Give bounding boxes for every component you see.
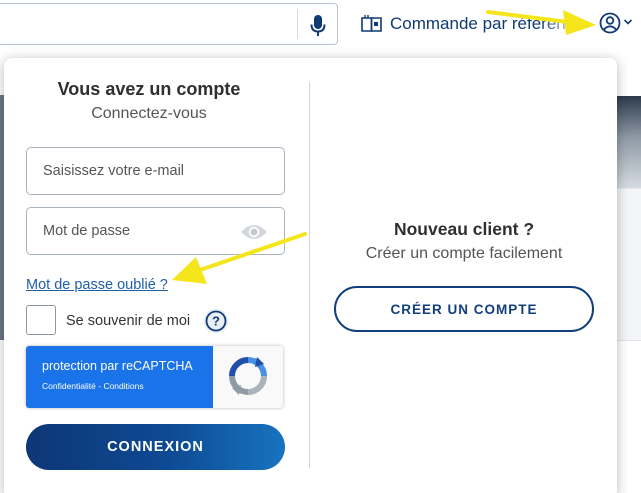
background-section (617, 188, 641, 340)
remember-me-checkbox[interactable] (26, 305, 56, 335)
help-question-icon[interactable]: ? (203, 308, 229, 334)
panel-divider (309, 82, 310, 468)
recaptcha-links: Confidentialité - Conditions (42, 381, 144, 391)
catalog-book-icon (361, 15, 382, 32)
search-divider (297, 9, 298, 39)
password-field[interactable] (26, 207, 285, 255)
background-section (617, 340, 641, 493)
recaptcha-logo-icon (229, 357, 267, 395)
eye-icon[interactable] (240, 223, 268, 241)
recaptcha-terms-link[interactable]: Conditions (103, 381, 143, 391)
chevron-down-icon[interactable] (623, 18, 633, 26)
create-account-button[interactable]: CRÉER UN COMPTE (334, 286, 594, 332)
account-circle-icon[interactable] (599, 12, 621, 34)
new-client-title: Nouveau client ? (393, 219, 535, 239)
header-fade (540, 4, 590, 42)
microphone-icon[interactable] (309, 14, 327, 38)
help-glyph: ? (212, 314, 220, 329)
recaptcha-badge: protection par reCAPTCHA Confidentialité… (26, 346, 283, 408)
remember-me-label: Se souvenir de moi (66, 313, 191, 329)
login-title: Vous avez un compte (57, 79, 241, 99)
search-bar[interactable] (0, 3, 338, 45)
recaptcha-info: protection par reCAPTCHA Confidentialité… (26, 346, 213, 408)
recaptcha-title: protection par reCAPTCHA (42, 359, 193, 373)
recaptcha-privacy-link[interactable]: Confidentialité (42, 381, 96, 391)
login-subtitle: Connectez-vous (91, 105, 207, 122)
background-banner-image (617, 96, 641, 188)
forgot-password-link[interactable]: Mot de passe oublié ? (26, 277, 168, 293)
account-dropdown-panel: Vous avez un compte Connectez-vous Mot d… (4, 58, 617, 493)
email-input[interactable] (27, 148, 284, 194)
new-client-subtitle: Créer un compte facilement (365, 245, 563, 262)
email-field[interactable] (26, 147, 285, 195)
login-button[interactable]: CONNEXION (26, 424, 285, 470)
